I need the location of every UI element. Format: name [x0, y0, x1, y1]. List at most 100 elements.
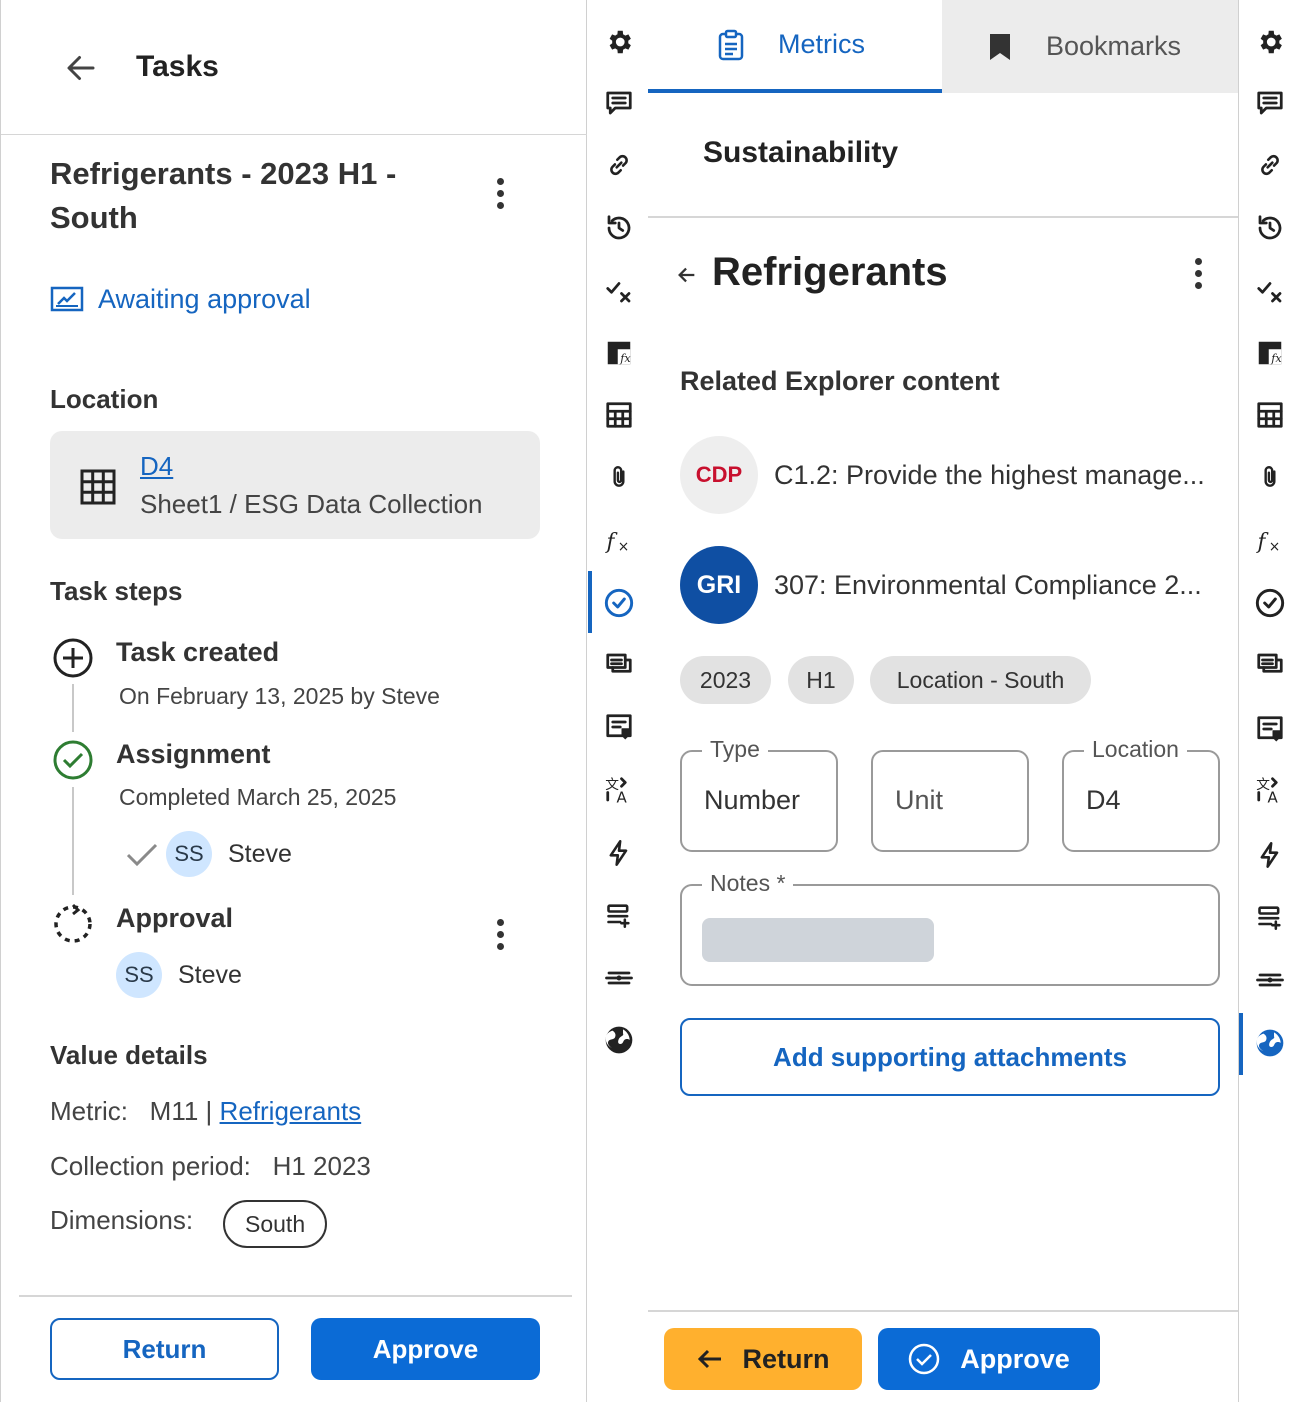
- arrow-left-icon: [697, 1349, 721, 1369]
- period-row: Collection period: H1 2023: [50, 1151, 371, 1182]
- check-x-icon[interactable]: [601, 273, 637, 309]
- approval-more-menu-icon[interactable]: [488, 919, 512, 959]
- status-awaiting-approval[interactable]: Awaiting approval: [50, 284, 311, 315]
- translate-icon[interactable]: 文A: [601, 772, 637, 808]
- gear-icon[interactable]: [601, 24, 637, 60]
- svg-text:A: A: [1268, 789, 1279, 806]
- notes-field[interactable]: Notes *: [680, 870, 1220, 986]
- location-cell-link[interactable]: D4: [140, 451, 173, 482]
- list-comment-icon[interactable]: [601, 647, 637, 683]
- back-arrow-icon[interactable]: [63, 50, 99, 86]
- step-created-title: Task created: [116, 637, 280, 667]
- comment-icon[interactable]: [1252, 85, 1288, 121]
- function-icon[interactable]: f ×: [601, 523, 637, 559]
- tab-bookmarks[interactable]: Bookmarks: [942, 0, 1238, 93]
- list-comment-icon[interactable]: [1252, 647, 1288, 683]
- value-details-heading: Value details: [50, 1040, 208, 1070]
- assignee-name: Steve: [228, 840, 292, 868]
- history-icon[interactable]: [1252, 210, 1288, 246]
- dimensions-label: Dimensions:: [50, 1205, 194, 1235]
- bookmark-icon: [990, 33, 1010, 60]
- checkmark-icon: [125, 842, 159, 868]
- related-item-gri[interactable]: 307: Environmental Compliance 2...: [774, 570, 1222, 601]
- rows-add-icon[interactable]: [1252, 899, 1288, 935]
- return-button[interactable]: Return: [50, 1318, 279, 1380]
- approve-label: Approve: [960, 1343, 1070, 1374]
- lightning-icon[interactable]: [1252, 837, 1288, 873]
- task-more-menu-icon[interactable]: [488, 178, 512, 218]
- check-x-icon[interactable]: [1252, 273, 1288, 309]
- note-icon[interactable]: [1252, 711, 1288, 747]
- link-icon[interactable]: [1252, 147, 1288, 183]
- divider: [19, 1295, 572, 1297]
- section-title: Sustainability: [703, 136, 899, 169]
- translate-icon[interactable]: 文A: [1252, 772, 1288, 808]
- type-field[interactable]: Type Number: [680, 736, 838, 852]
- rows-add-icon[interactable]: [601, 897, 637, 933]
- back-arrow-icon[interactable]: [676, 264, 698, 286]
- location-field[interactable]: Location D4: [1062, 736, 1220, 852]
- svg-text:fx: fx: [1270, 352, 1282, 365]
- tab-metrics-label: Metrics: [778, 29, 865, 59]
- table-icon[interactable]: [1252, 397, 1288, 433]
- svg-text:f: f: [605, 530, 619, 555]
- sheet-formula-icon[interactable]: fx: [601, 335, 637, 371]
- svg-text:×: ×: [1269, 539, 1281, 555]
- add-attachments-button[interactable]: Add supporting attachments: [680, 1018, 1220, 1096]
- function-icon[interactable]: f ×: [1252, 523, 1288, 559]
- task-panel-header: Tasks: [1, 0, 587, 135]
- paperclip-icon[interactable]: [601, 459, 637, 495]
- task-steps-heading: Task steps: [50, 576, 183, 606]
- toolbar-rail-left: fx f × 文 A: [588, 0, 650, 1402]
- tab-bookmarks-label: Bookmarks: [1046, 31, 1182, 61]
- check-circle-icon: [908, 1343, 940, 1375]
- globe-icon[interactable]: [1252, 1025, 1288, 1061]
- signature-icon: [50, 286, 84, 311]
- tab-metrics[interactable]: Metrics: [648, 0, 942, 93]
- link-icon[interactable]: [601, 147, 637, 183]
- tag-location: Location - South: [870, 656, 1091, 704]
- period-label: Collection period:: [50, 1151, 251, 1181]
- table-icon[interactable]: [601, 397, 637, 433]
- approve-button[interactable]: Approve: [878, 1328, 1100, 1390]
- gear-icon[interactable]: [1252, 24, 1288, 60]
- check-circle-icon[interactable]: [601, 585, 637, 621]
- type-value: Number: [704, 785, 801, 815]
- check-circle-icon: [52, 739, 94, 781]
- metric-row: Metric: M11 | Refrigerants: [50, 1096, 361, 1127]
- approve-button[interactable]: Approve: [311, 1318, 540, 1380]
- active-indicator: [588, 571, 592, 633]
- return-button[interactable]: Return: [664, 1328, 862, 1390]
- grid-icon: [80, 469, 116, 505]
- svg-text:×: ×: [618, 539, 630, 555]
- history-icon[interactable]: [601, 210, 637, 246]
- task-panel: Tasks Refrigerants - 2023 H1 - South Awa…: [0, 0, 587, 1402]
- metric-more-menu-icon[interactable]: [1186, 258, 1210, 298]
- return-label: Return: [742, 1343, 830, 1374]
- avatar: SS: [166, 831, 212, 877]
- note-icon[interactable]: [601, 709, 637, 745]
- location-path: Sheet1 / ESG Data Collection: [140, 489, 483, 519]
- unit-field[interactable]: Unit: [871, 750, 1029, 852]
- paperclip-icon[interactable]: [1252, 459, 1288, 495]
- metrics-panel: Metrics Bookmarks Sustainability Refrige…: [648, 0, 1238, 1402]
- step-assignment-sub: Completed March 25, 2025: [119, 784, 397, 810]
- step-approval-title: Approval: [116, 903, 234, 933]
- globe-icon[interactable]: [601, 1022, 637, 1058]
- check-circle-icon[interactable]: [1252, 585, 1288, 621]
- related-item-cdp[interactable]: C1.2: Provide the highest manage...: [774, 460, 1222, 491]
- location-heading: Location: [50, 384, 159, 414]
- metric-title: Refrigerants: [712, 250, 948, 294]
- status-text: Awaiting approval: [98, 284, 311, 314]
- tag-year: 2023: [680, 656, 771, 704]
- plus-circle-icon: [52, 637, 94, 679]
- location-card[interactable]: D4 Sheet1 / ESG Data Collection: [50, 431, 540, 539]
- metric-link[interactable]: Refrigerants: [220, 1096, 362, 1126]
- split-icon[interactable]: [1252, 962, 1288, 998]
- lightning-icon[interactable]: [601, 835, 637, 871]
- comment-icon[interactable]: [601, 85, 637, 121]
- gri-logo: GRI: [680, 546, 758, 624]
- split-icon[interactable]: [601, 960, 637, 996]
- avatar: SS: [116, 952, 162, 998]
- sheet-formula-icon[interactable]: fx: [1252, 335, 1288, 371]
